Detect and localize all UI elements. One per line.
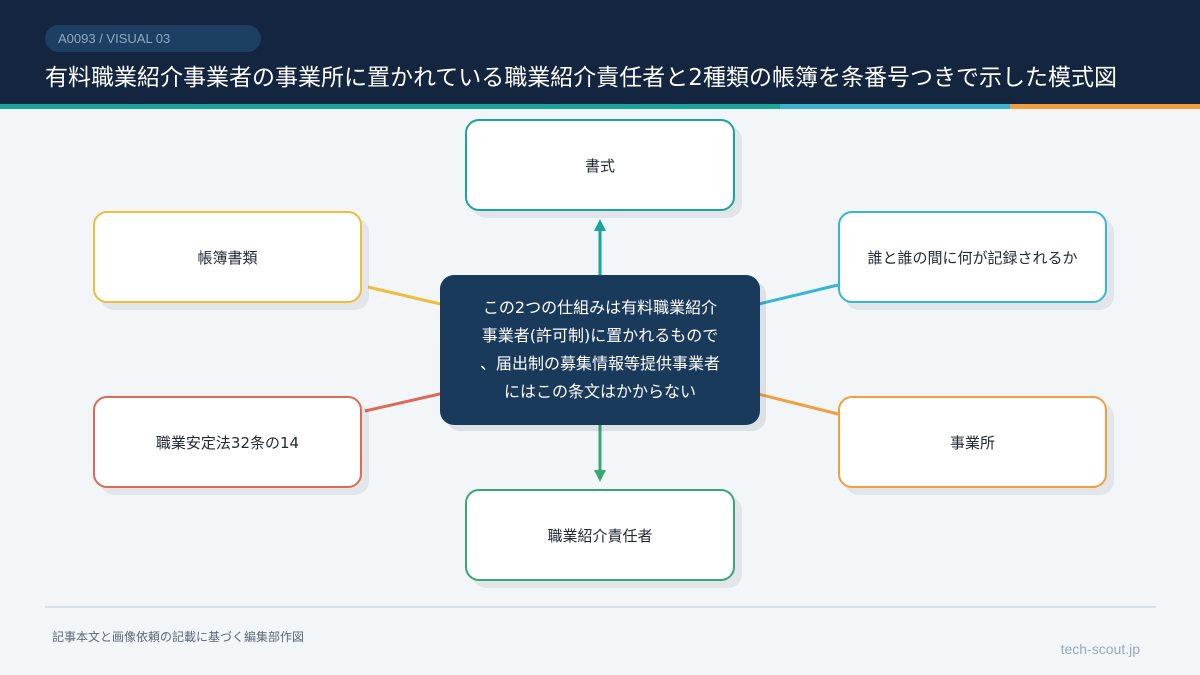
center-line: にはこの条文はかからない [503,382,696,401]
node-bottom: 職業紹介責任者 [465,489,735,581]
node-left-lower-label: 職業安定法32条の14 [155,433,300,452]
node-right-upper-label: 誰と誰の間に何が記録されるか [867,248,1078,267]
center-node: この2つの仕組みは有料職業紹介 事業者(許可制)に置かれるもので 、届出制の募集… [440,275,760,425]
center-line: 事業者(許可制)に置かれるもので [481,326,719,345]
center-line: この2つの仕組みは有料職業紹介 [482,298,718,317]
footer-divider [45,606,1156,608]
footer-note: 記事本文と画像依頼の記載に基づく編集部作図 [52,630,305,644]
center-line: 、届出制の募集情報等提供事業者 [479,354,720,373]
node-top-label: 書式 [584,156,615,175]
node-bottom-label: 職業紹介責任者 [547,526,653,545]
node-left-upper-label: 帳簿書類 [197,248,258,267]
site-credit: tech-scout.jp [1060,641,1140,657]
node-right-upper: 誰と誰の間に何が記録されるか [838,211,1107,303]
center-text: この2つの仕組みは有料職業紹介 事業者(許可制)に置かれるもので 、届出制の募集… [480,294,720,406]
node-top: 書式 [465,119,735,211]
node-right-lower: 事業所 [838,396,1107,488]
node-right-lower-label: 事業所 [949,433,995,452]
node-left-lower: 職業安定法32条の14 [93,396,362,488]
node-left-upper: 帳簿書類 [93,211,362,303]
